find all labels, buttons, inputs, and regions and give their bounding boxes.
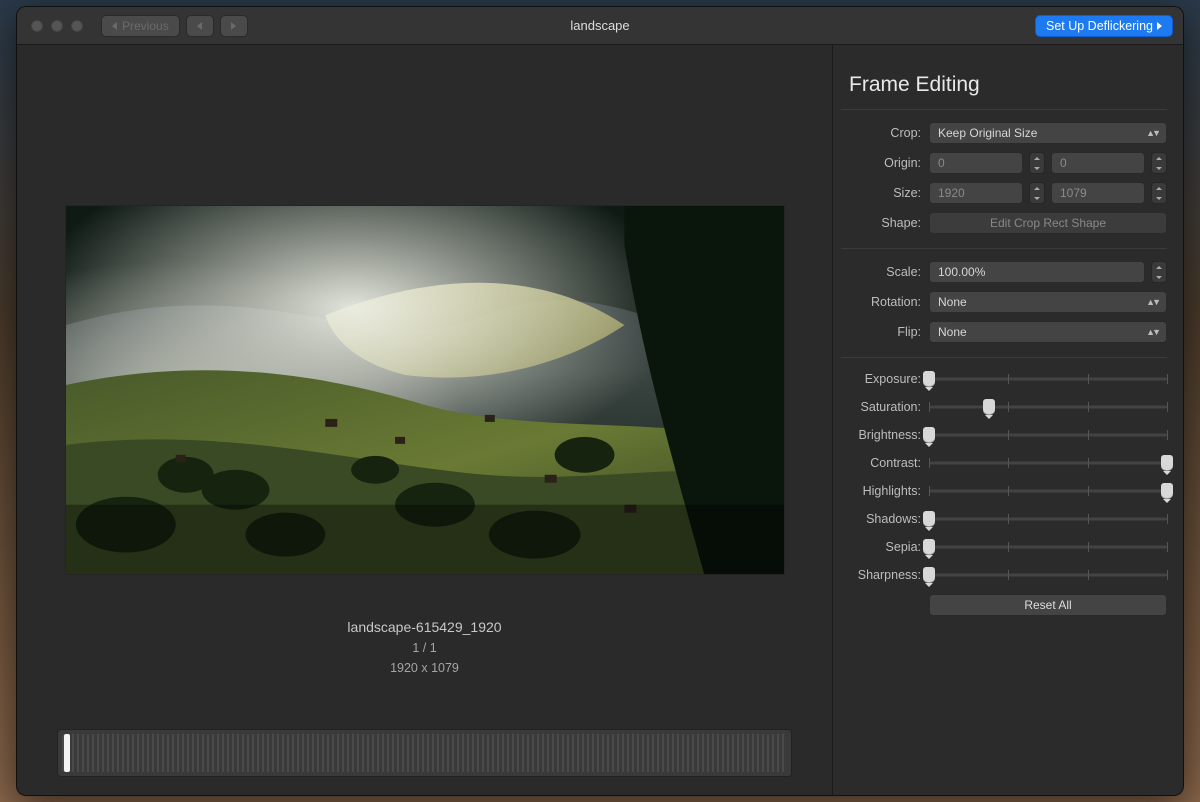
scale-stepper[interactable] [1151, 261, 1167, 283]
zoom-dot[interactable] [71, 20, 83, 32]
origin-y-field[interactable]: 0 [1051, 152, 1145, 174]
crop-label: Crop: [841, 126, 921, 140]
shape-label: Shape: [841, 216, 921, 230]
forward-button[interactable] [220, 15, 248, 37]
slider-row: Sharpness: [841, 566, 1167, 584]
chevron-left-icon [112, 22, 117, 30]
size-label: Size: [841, 186, 921, 200]
body: landscape-615429_1920 1 / 1 1920 x 1079 … [17, 45, 1183, 795]
size-h-field[interactable]: 1079 [1051, 182, 1145, 204]
slider[interactable] [929, 454, 1167, 472]
slider[interactable] [929, 566, 1167, 584]
setup-deflickering-label: Set Up Deflickering [1046, 19, 1153, 33]
crop-mode-select[interactable]: Keep Original Size ▲▼ [929, 122, 1167, 144]
slider-label: Highlights: [841, 484, 921, 498]
slider[interactable] [929, 510, 1167, 528]
slider-label: Brightness: [841, 428, 921, 442]
slider-row: Shadows: [841, 510, 1167, 528]
slider-label: Sharpness: [841, 568, 921, 582]
scale-label: Scale: [841, 265, 921, 279]
preview-caption: landscape-615429_1920 1 / 1 1920 x 1079 [347, 619, 501, 675]
slider-thumb[interactable] [923, 511, 935, 527]
slider-row: Saturation: [841, 398, 1167, 416]
rotation-label: Rotation: [841, 295, 921, 309]
slider-label: Contrast: [841, 456, 921, 470]
reset-all-button[interactable]: Reset All [929, 594, 1167, 616]
chevron-right-icon [1157, 22, 1162, 30]
preview-index: 1 / 1 [347, 641, 501, 655]
crop-mode-value: Keep Original Size [938, 126, 1037, 140]
traffic-lights [17, 20, 83, 32]
flip-select[interactable]: None ▲▼ [929, 321, 1167, 343]
size-w-stepper[interactable] [1029, 182, 1045, 204]
close-dot[interactable] [31, 20, 43, 32]
sliders-group: Exposure: Saturation: Brightness: Contrast:… [841, 370, 1167, 584]
slider[interactable] [929, 482, 1167, 500]
timeline[interactable] [57, 729, 792, 777]
panel-title: Frame Editing [849, 73, 1167, 97]
slider-thumb[interactable] [1161, 483, 1173, 499]
slider-thumb[interactable] [983, 399, 995, 415]
slider-thumb[interactable] [923, 427, 935, 443]
app-window: Previous landscape Set Up Deflickering [16, 6, 1184, 796]
minimize-dot[interactable] [51, 20, 63, 32]
slider[interactable] [929, 370, 1167, 388]
slider[interactable] [929, 398, 1167, 416]
back-button[interactable] [186, 15, 214, 37]
origin-x-field[interactable]: 0 [929, 152, 1023, 174]
preview-filename: landscape-615429_1920 [347, 619, 501, 635]
slider-row: Highlights: [841, 482, 1167, 500]
preview-pane: landscape-615429_1920 1 / 1 1920 x 1079 [17, 45, 833, 795]
origin-label: Origin: [841, 156, 921, 170]
slider-row: Contrast: [841, 454, 1167, 472]
updown-icon: ▲▼ [1146, 327, 1158, 337]
flip-label: Flip: [841, 325, 921, 339]
rotation-value: None [938, 295, 967, 309]
flip-value: None [938, 325, 967, 339]
slider-label: Saturation: [841, 400, 921, 414]
size-w-field[interactable]: 1920 [929, 182, 1023, 204]
previous-label: Previous [122, 19, 169, 33]
slider[interactable] [929, 426, 1167, 444]
slider-thumb[interactable] [923, 371, 935, 387]
slider[interactable] [929, 538, 1167, 556]
slider-label: Exposure: [841, 372, 921, 386]
slider-label: Sepia: [841, 540, 921, 554]
origin-y-stepper[interactable] [1151, 152, 1167, 174]
previous-button[interactable]: Previous [101, 15, 180, 37]
slider-thumb[interactable] [1161, 455, 1173, 471]
updown-icon: ▲▼ [1146, 297, 1158, 307]
setup-deflickering-button[interactable]: Set Up Deflickering [1035, 15, 1173, 37]
frame-editing-panel: Frame Editing Crop: Keep Original Size ▲… [833, 45, 1183, 795]
nav-buttons: Previous [101, 15, 248, 37]
slider-row: Exposure: [841, 370, 1167, 388]
scale-field[interactable]: 100.00% [929, 261, 1145, 283]
slider-row: Sepia: [841, 538, 1167, 556]
preview-dimensions: 1920 x 1079 [347, 661, 501, 675]
size-h-stepper[interactable] [1151, 182, 1167, 204]
titlebar: Previous landscape Set Up Deflickering [17, 7, 1183, 45]
slider-label: Shadows: [841, 512, 921, 526]
chevron-left-icon [197, 22, 202, 30]
origin-x-stepper[interactable] [1029, 152, 1045, 174]
playhead[interactable] [64, 734, 70, 772]
edit-crop-shape-button[interactable]: Edit Crop Rect Shape [929, 212, 1167, 234]
slider-thumb[interactable] [923, 567, 935, 583]
updown-icon: ▲▼ [1146, 128, 1158, 138]
chevron-right-icon [231, 22, 236, 30]
slider-thumb[interactable] [923, 539, 935, 555]
slider-row: Brightness: [841, 426, 1167, 444]
rotation-select[interactable]: None ▲▼ [929, 291, 1167, 313]
preview-image [65, 205, 785, 575]
